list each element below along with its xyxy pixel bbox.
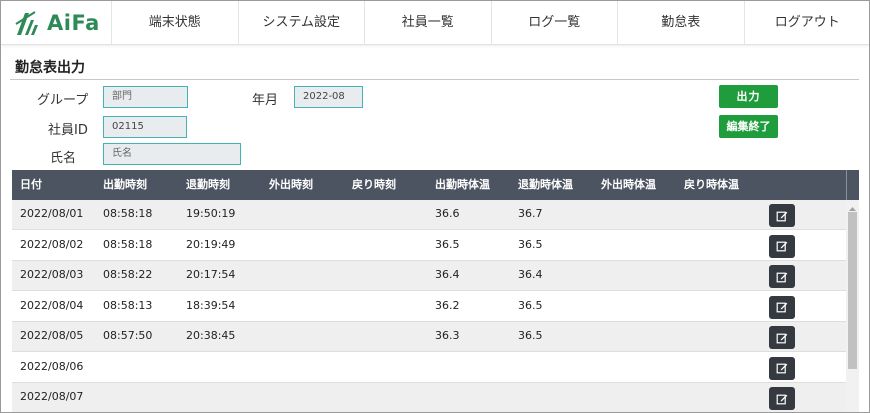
nav-logout[interactable]: ログアウト bbox=[743, 1, 870, 45]
nav-device-status[interactable]: 端末状態 bbox=[111, 1, 238, 45]
header-clock-out: 退勤時刻 bbox=[186, 178, 230, 191]
cell-clock-out-temp: 36.5 bbox=[518, 237, 543, 251]
attendance-table-body: 2022/08/01 08:58:18 19:50:19 36.6 36.7 2022/0… bbox=[12, 200, 846, 412]
name-label: 氏名 bbox=[50, 151, 77, 166]
cell-clock-in: 08:58:18 bbox=[103, 237, 153, 251]
header-clock-in: 出勤時刻 bbox=[103, 178, 147, 191]
yearmonth-label: 年月 bbox=[252, 93, 279, 108]
cell-clock-out-temp: 36.4 bbox=[518, 268, 543, 281]
cell-clock-out: 20:17:54 bbox=[186, 268, 236, 281]
row-edit-button[interactable] bbox=[769, 265, 795, 288]
output-button[interactable]: 出力 bbox=[719, 85, 778, 108]
page-title: 勤怠表出力 bbox=[15, 60, 85, 76]
nav-employee-list[interactable]: 社員一覧 bbox=[364, 1, 491, 45]
table-row: 2022/08/05 08:57:50 20:38:45 36.3 36.5 bbox=[12, 322, 846, 352]
employee-id-label: 社員ID bbox=[48, 123, 88, 138]
scroll-thumb[interactable] bbox=[848, 212, 857, 369]
cell-clock-in: 08:57:50 bbox=[103, 329, 153, 342]
header-return-time: 戻り時刻 bbox=[352, 178, 396, 191]
cell-clock-in: 08:58:18 bbox=[103, 207, 153, 220]
title-divider bbox=[10, 79, 859, 80]
app-logo[interactable]: AiFa bbox=[15, 9, 100, 37]
top-navbar: AiFa 端末状態 システム設定 社員一覧 ログ一覧 勤怠表 ログアウト bbox=[1, 1, 869, 45]
row-edit-button[interactable] bbox=[769, 234, 795, 258]
edit-icon bbox=[776, 302, 788, 313]
header-date: 日付 bbox=[20, 178, 42, 191]
cell-date: 2022/08/07 bbox=[20, 390, 84, 403]
nav-log-list[interactable]: ログ一覧 bbox=[490, 1, 618, 45]
cell-clock-out-temp: 36.5 bbox=[518, 298, 543, 312]
table-row: 2022/08/01 08:58:18 19:50:19 36.6 36.7 bbox=[12, 200, 846, 230]
cell-clock-in-temp: 36.5 bbox=[435, 237, 460, 251]
cell-clock-out-temp: 36.5 bbox=[518, 329, 543, 342]
nav-attendance[interactable]: 勤怠表 bbox=[617, 1, 744, 45]
cell-clock-in-temp: 36.6 bbox=[435, 207, 460, 220]
app-window: AiFa 端末状態 システム設定 社員一覧 ログ一覧 勤怠表 ログアウト 勤怠表… bbox=[0, 0, 870, 413]
yearmonth-input[interactable]: 2022-08 bbox=[294, 86, 363, 108]
scroll-up-arrow-icon[interactable] bbox=[846, 200, 859, 212]
table-row: 2022/08/07 bbox=[12, 383, 846, 412]
row-edit-button[interactable] bbox=[769, 387, 795, 410]
cell-clock-in-temp: 36.4 bbox=[435, 268, 460, 281]
edit-icon bbox=[776, 333, 788, 343]
table-row: 2022/08/04 08:58:13 18:39:54 36.2 36.5 bbox=[12, 291, 846, 322]
row-edit-button[interactable] bbox=[769, 204, 795, 227]
cell-clock-in: 08:58:22 bbox=[103, 268, 153, 281]
logo-text: AiFa bbox=[47, 11, 100, 35]
group-select[interactable]: 部門 bbox=[103, 86, 188, 108]
row-edit-button[interactable] bbox=[769, 295, 795, 319]
edit-icon bbox=[776, 272, 788, 282]
nav-system-settings[interactable]: システム設定 bbox=[237, 1, 365, 45]
cell-clock-in-temp: 36.2 bbox=[435, 298, 460, 312]
edit-icon bbox=[776, 394, 788, 404]
edit-icon bbox=[776, 363, 788, 374]
header-out-temp: 外出時体温 bbox=[601, 178, 656, 191]
name-input[interactable]: 氏名 bbox=[103, 143, 241, 165]
header-out-time: 外出時刻 bbox=[269, 178, 313, 191]
cell-date: 2022/08/03 bbox=[20, 268, 84, 281]
cell-clock-out: 20:38:45 bbox=[186, 329, 236, 342]
group-label: グループ bbox=[37, 93, 89, 108]
employee-id-input[interactable]: 02115 bbox=[103, 116, 187, 138]
row-edit-button[interactable] bbox=[769, 356, 795, 380]
header-clock-out-temp: 退勤時体温 bbox=[518, 178, 573, 191]
logo-mark-icon bbox=[15, 11, 38, 35]
finish-edit-button[interactable]: 編集終了 bbox=[719, 115, 778, 138]
header-scroll-corner bbox=[846, 170, 859, 200]
table-scrollbar[interactable] bbox=[846, 200, 859, 412]
edit-icon bbox=[776, 241, 788, 252]
header-clock-in-temp: 出勤時体温 bbox=[435, 178, 490, 191]
cell-date: 2022/08/06 bbox=[20, 359, 84, 373]
cell-clock-in: 08:58:13 bbox=[103, 298, 153, 312]
table-row: 2022/08/03 08:58:22 20:17:54 36.4 36.4 bbox=[12, 261, 846, 291]
cell-clock-out: 20:19:49 bbox=[186, 237, 236, 251]
edit-icon bbox=[776, 211, 788, 221]
cell-date: 2022/08/05 bbox=[20, 329, 84, 342]
cell-date: 2022/08/04 bbox=[20, 298, 84, 312]
cell-clock-out-temp: 36.7 bbox=[518, 207, 543, 220]
cell-date: 2022/08/02 bbox=[20, 237, 84, 251]
table-row: 2022/08/06 bbox=[12, 352, 846, 383]
main-nav: 端末状態 システム設定 社員一覧 ログ一覧 勤怠表 ログアウト bbox=[111, 1, 870, 45]
cell-clock-out: 19:50:19 bbox=[186, 207, 236, 220]
cell-clock-out: 18:39:54 bbox=[186, 298, 236, 312]
table-row: 2022/08/02 08:58:18 20:19:49 36.5 36.5 bbox=[12, 230, 846, 261]
row-edit-button[interactable] bbox=[769, 326, 795, 349]
table-header: 日付 出勤時刻 退勤時刻 外出時刻 戻り時刻 出勤時体温 退勤時体温 外出時体温… bbox=[12, 170, 859, 200]
cell-date: 2022/08/01 bbox=[20, 207, 84, 220]
header-return-temp: 戻り時体温 bbox=[684, 178, 739, 191]
cell-clock-in-temp: 36.3 bbox=[435, 329, 460, 342]
